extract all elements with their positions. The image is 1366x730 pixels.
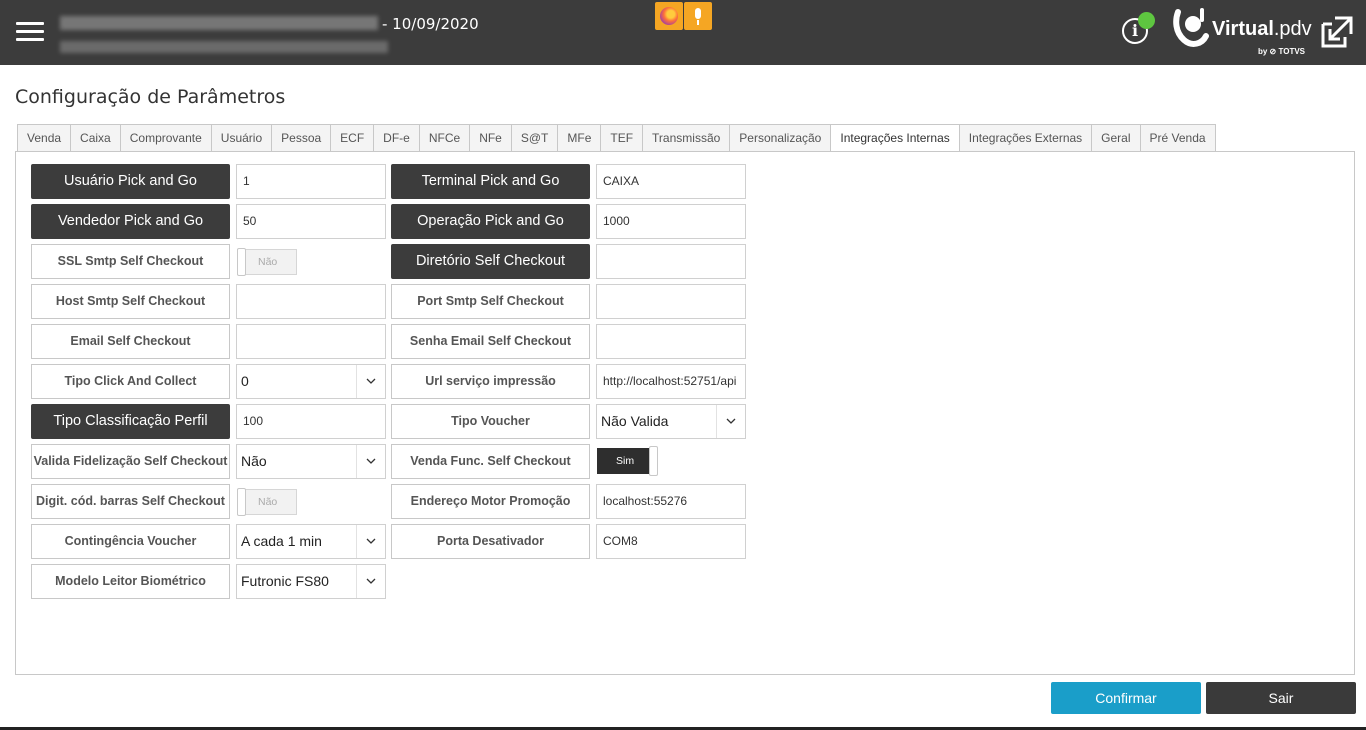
expand-window-icon[interactable]	[1320, 15, 1354, 49]
input-endereco-motor-promocao[interactable]: localhost:55276	[596, 484, 746, 519]
select-modelo-leitor-biometrico[interactable]: Futronic FS80	[236, 564, 386, 599]
top-bar: - 10/09/2020 i Virtual.pdv by ⊘ TOTVS	[0, 0, 1366, 65]
tab-bar: Venda Caixa Comprovante Usuário Pessoa E…	[17, 124, 1216, 153]
tab-venda[interactable]: Venda	[17, 124, 71, 152]
menu-icon[interactable]	[16, 22, 44, 42]
select-tipo-voucher[interactable]: Não Valida	[596, 404, 746, 439]
tab-dfe[interactable]: DF-e	[373, 124, 419, 152]
label-port-smtp-self-checkout: Port Smtp Self Checkout	[391, 284, 590, 319]
input-porta-desativador[interactable]: COM8	[596, 524, 746, 559]
label-contingencia-voucher: Contingência Voucher	[31, 524, 230, 559]
label-endereco-motor-promocao: Endereço Motor Promoção	[391, 484, 590, 519]
exit-button[interactable]: Sair	[1206, 682, 1356, 714]
page-title: Configuração de Parâmetros	[15, 86, 286, 108]
label-tipo-voucher: Tipo Voucher	[391, 404, 590, 439]
chevron-down-icon	[366, 578, 376, 584]
chevron-down-icon	[366, 458, 376, 464]
label-porta-desativador: Porta Desativador	[391, 524, 590, 559]
input-senha-email-self-checkout[interactable]	[596, 324, 746, 359]
tab-pre-venda[interactable]: Pré Venda	[1139, 124, 1216, 152]
firefox-icon[interactable]	[655, 2, 683, 30]
chevron-down-icon	[726, 418, 736, 424]
label-vendedor-pick-and-go[interactable]: Vendedor Pick and Go	[31, 204, 230, 239]
input-host-smtp-self-checkout[interactable]	[236, 284, 386, 319]
tab-ecf[interactable]: ECF	[330, 124, 374, 152]
toggle-venda-func-self-checkout[interactable]: Sim	[597, 446, 658, 476]
label-senha-email-self-checkout: Senha Email Self Checkout	[391, 324, 590, 359]
select-valida-fidelizacao-self-checkout[interactable]: Não	[236, 444, 386, 479]
label-host-smtp-self-checkout: Host Smtp Self Checkout	[31, 284, 230, 319]
label-ssl-smtp-self-checkout: SSL Smtp Self Checkout	[31, 244, 230, 279]
label-email-self-checkout: Email Self Checkout	[31, 324, 230, 359]
input-vendedor-pick-and-go[interactable]: 50	[236, 204, 386, 239]
label-digit-cod-barras-self-checkout: Digit. cód. barras Self Checkout	[31, 484, 230, 519]
label-terminal-pick-and-go[interactable]: Terminal Pick and Go	[391, 164, 590, 199]
label-valida-fidelizacao-self-checkout: Valida Fidelização Self Checkout	[31, 444, 230, 479]
label-usuario-pick-and-go[interactable]: Usuário Pick and Go	[31, 164, 230, 199]
toggle-digit-cod-barras-self-checkout[interactable]: Não	[237, 488, 297, 516]
tab-integracoes-externas[interactable]: Integrações Externas	[958, 124, 1092, 152]
label-modelo-leitor-biometrico: Modelo Leitor Biométrico	[31, 564, 230, 599]
tab-tef[interactable]: TEF	[600, 124, 643, 152]
confirm-button[interactable]: Confirmar	[1051, 682, 1201, 714]
tab-integracoes-internas[interactable]: Integrações Internas	[830, 124, 959, 153]
label-venda-func-self-checkout: Venda Func. Self Checkout	[391, 444, 590, 479]
input-url-servico-impressao[interactable]: http://localhost:52751/api	[596, 364, 746, 399]
microphone-icon[interactable]	[684, 2, 712, 30]
input-diretorio-self-checkout[interactable]	[596, 244, 746, 279]
header-date: - 10/09/2020	[382, 15, 479, 33]
label-tipo-classificacao-perfil[interactable]: Tipo Classificação Perfil	[31, 404, 230, 439]
tab-nfce[interactable]: NFCe	[418, 124, 470, 152]
status-online-icon	[1138, 12, 1155, 29]
chevron-down-icon	[366, 538, 376, 544]
chevron-down-icon	[366, 378, 376, 384]
tab-comprovante[interactable]: Comprovante	[119, 124, 211, 152]
tab-mfe[interactable]: MFe	[557, 124, 601, 152]
toggle-ssl-smtp-self-checkout[interactable]: Não	[237, 248, 297, 276]
tab-transmissao[interactable]: Transmissão	[642, 124, 730, 152]
tab-geral[interactable]: Geral	[1091, 124, 1140, 152]
input-tipo-classificacao-perfil[interactable]: 100	[236, 404, 386, 439]
input-email-self-checkout[interactable]	[236, 324, 386, 359]
tab-pessoa[interactable]: Pessoa	[271, 124, 331, 152]
logo-by-totvs: by ⊘ TOTVS	[1258, 47, 1306, 56]
tab-usuario[interactable]: Usuário	[210, 124, 272, 152]
label-tipo-click-and-collect: Tipo Click And Collect	[31, 364, 230, 399]
select-contingencia-voucher[interactable]: A cada 1 min	[236, 524, 386, 559]
redacted-store-name	[60, 16, 378, 30]
tab-personalizacao[interactable]: Personalização	[729, 124, 831, 152]
input-terminal-pick-and-go[interactable]: CAIXA	[596, 164, 746, 199]
label-operacao-pick-and-go[interactable]: Operação Pick and Go	[391, 204, 590, 239]
input-port-smtp-self-checkout[interactable]	[596, 284, 746, 319]
tab-caixa[interactable]: Caixa	[70, 124, 120, 152]
label-diretorio-self-checkout[interactable]: Diretório Self Checkout	[391, 244, 590, 279]
logo-text: Virtual.pdv	[1212, 18, 1312, 40]
virtual-pdv-logo: Virtual.pdv by ⊘ TOTVS	[1172, 6, 1312, 62]
tab-nfe[interactable]: NFe	[469, 124, 511, 152]
label-url-servico-impressao: Url serviço impressão	[391, 364, 590, 399]
redacted-store-info	[60, 41, 388, 53]
tab-sat[interactable]: S@T	[510, 124, 558, 152]
input-operacao-pick-and-go[interactable]: 1000	[596, 204, 746, 239]
select-tipo-click-and-collect[interactable]: 0	[236, 364, 386, 399]
input-usuario-pick-and-go[interactable]: 1	[236, 164, 386, 199]
